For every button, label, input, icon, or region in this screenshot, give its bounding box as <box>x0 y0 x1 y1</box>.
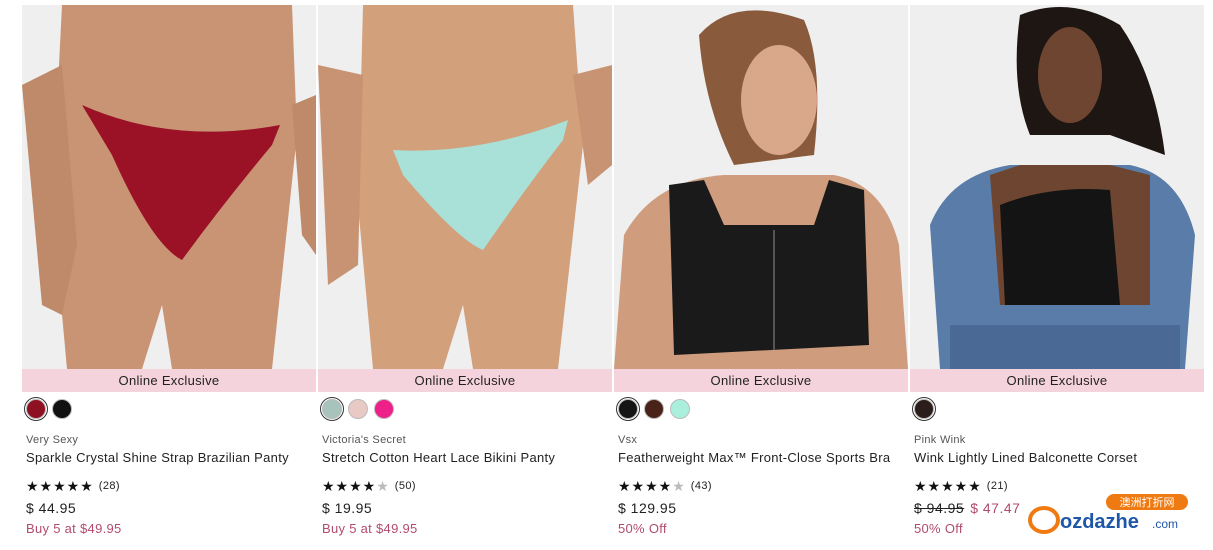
product-photo <box>22 5 316 369</box>
rating-stars-icon: ★★★★★ <box>322 478 390 494</box>
online-exclusive-badge: Online Exclusive <box>22 369 316 392</box>
product-rating: ★★★★★ (43) <box>618 479 908 493</box>
product-photo <box>614 5 908 369</box>
color-swatches <box>614 392 908 421</box>
product-card[interactable]: Online Exclusive Victoria's Secret Stret… <box>318 5 612 536</box>
online-exclusive-badge: Online Exclusive <box>614 369 908 392</box>
product-name[interactable]: Stretch Cotton Heart Lace Bikini Panty <box>322 450 612 465</box>
promo-text: Buy 5 at $49.95 <box>322 521 418 536</box>
svg-text:ozdazhe: ozdazhe <box>1060 511 1139 533</box>
product-price: $ 44.95 <box>26 500 77 516</box>
review-count[interactable]: (21) <box>987 480 1008 492</box>
color-swatch[interactable] <box>670 399 690 419</box>
product-price: $ 19.95 <box>322 500 373 516</box>
product-grid: Online Exclusive Very Sexy Sparkle Cryst… <box>22 5 1204 536</box>
product-rating: ★★★★★ (28) <box>26 479 316 493</box>
product-photo <box>318 5 612 369</box>
sale-price: $ 47.47 <box>970 500 1021 516</box>
product-card[interactable]: Online Exclusive Very Sexy Sparkle Cryst… <box>22 5 316 536</box>
svg-text:.com: .com <box>1152 517 1178 531</box>
review-count[interactable]: (28) <box>99 480 120 492</box>
product-rating: ★★★★★ (50) <box>322 479 612 493</box>
review-count[interactable]: (43) <box>691 480 712 492</box>
promo-text: 50% Off <box>618 521 667 536</box>
color-swatch[interactable] <box>320 397 344 421</box>
product-brand: Victoria's Secret <box>322 434 407 446</box>
original-price: $ 94.95 <box>914 500 965 516</box>
rating-stars-icon: ★★★★★ <box>618 478 686 494</box>
rating-stars-icon: ★★★★★ <box>26 478 94 494</box>
svg-text:澳洲打折网: 澳洲打折网 <box>1120 495 1175 509</box>
ozdazhe-watermark-logo: 澳洲打折网 ozdazhe .com <box>1028 494 1188 534</box>
color-swatch[interactable] <box>52 399 72 419</box>
product-card[interactable]: Online Exclusive Vsx Featherweight Max™ … <box>614 5 908 536</box>
product-image[interactable] <box>614 5 908 369</box>
online-exclusive-badge: Online Exclusive <box>318 369 612 392</box>
online-exclusive-badge: Online Exclusive <box>910 369 1204 392</box>
color-swatch[interactable] <box>616 397 640 421</box>
product-card[interactable]: Online Exclusive Pink Wink Wink Lightly … <box>910 5 1204 536</box>
review-count[interactable]: (50) <box>395 480 416 492</box>
color-swatches <box>22 392 316 421</box>
color-swatch[interactable] <box>644 399 664 419</box>
product-rating: ★★★★★ (21) <box>914 479 1204 493</box>
color-swatches <box>318 392 612 421</box>
product-price: $ 129.95 <box>618 500 677 516</box>
product-image[interactable] <box>910 5 1204 369</box>
promo-text: Buy 5 at $49.95 <box>26 521 122 536</box>
product-name[interactable]: Featherweight Max™ Front-Close Sports Br… <box>618 450 908 465</box>
color-swatch[interactable] <box>24 397 48 421</box>
color-swatches <box>910 392 1204 421</box>
product-brand: Pink Wink <box>914 434 966 446</box>
color-swatch[interactable] <box>912 397 936 421</box>
product-brand: Very Sexy <box>26 434 79 446</box>
color-swatch[interactable] <box>374 399 394 419</box>
rating-stars-icon: ★★★★★ <box>914 478 982 494</box>
product-brand: Vsx <box>618 434 638 446</box>
product-photo <box>910 5 1204 369</box>
product-name[interactable]: Wink Lightly Lined Balconette Corset <box>914 450 1204 465</box>
color-swatch[interactable] <box>348 399 368 419</box>
product-image[interactable] <box>318 5 612 369</box>
product-image[interactable] <box>22 5 316 369</box>
product-name[interactable]: Sparkle Crystal Shine Strap Brazilian Pa… <box>26 450 316 465</box>
